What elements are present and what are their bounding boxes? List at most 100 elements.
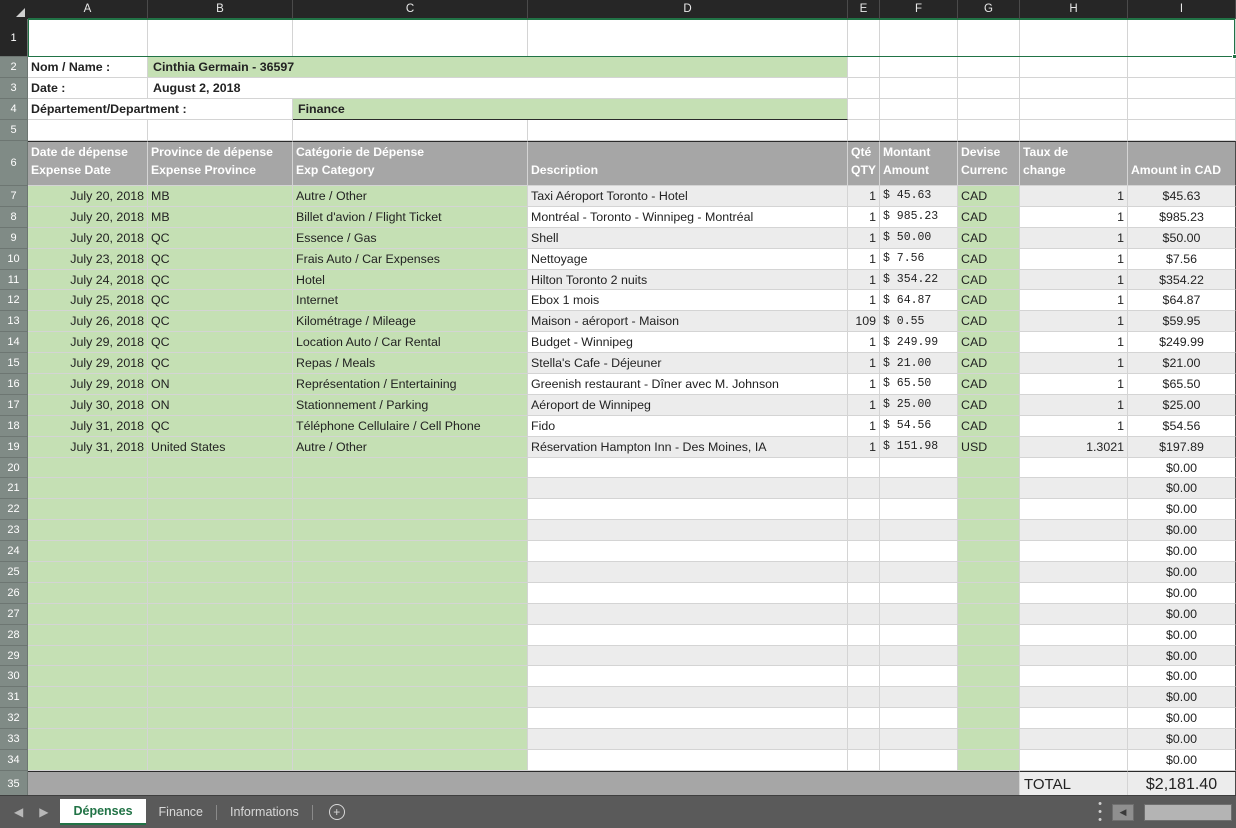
- amount-cell[interactable]: $ 354.22: [880, 269, 958, 291]
- qty-cell[interactable]: 1: [848, 394, 880, 416]
- empty-cell[interactable]: [848, 78, 880, 99]
- add-sheet-icon[interactable]: +: [328, 804, 345, 820]
- empty-cell[interactable]: [1128, 78, 1236, 99]
- description-cell[interactable]: [528, 478, 848, 500]
- rate-cell[interactable]: 1: [1020, 186, 1128, 207]
- amount-cell[interactable]: $ 151.98: [880, 436, 958, 458]
- qty-cell[interactable]: [848, 687, 880, 709]
- expense-date-cell[interactable]: July 20, 2018: [28, 206, 148, 228]
- row-header-7[interactable]: 7: [0, 186, 28, 207]
- expense-date-cell[interactable]: [28, 582, 148, 604]
- amount-cell[interactable]: $ 65.50: [880, 374, 958, 395]
- empty-cell[interactable]: [848, 19, 880, 57]
- exp-category-cell[interactable]: [293, 603, 528, 625]
- header-expense-province[interactable]: Province de dépense Expense Province: [148, 141, 293, 186]
- expense-date-cell[interactable]: July 20, 2018: [28, 186, 148, 207]
- column-header-d[interactable]: D: [528, 0, 848, 19]
- description-cell[interactable]: [528, 708, 848, 730]
- expense-date-cell[interactable]: [28, 520, 148, 542]
- date-value-cell[interactable]: August 2, 2018: [148, 78, 848, 99]
- column-header-h[interactable]: H: [1020, 0, 1128, 19]
- column-header-f[interactable]: F: [880, 0, 958, 19]
- currency-cell[interactable]: CAD: [958, 269, 1020, 291]
- currency-cell[interactable]: CAD: [958, 353, 1020, 375]
- worksheet-grid[interactable]: 1 2 Nom / Name : Cinthia Germain - 36597 3 Da…: [0, 19, 1236, 799]
- amount-cad-cell[interactable]: $0.00: [1128, 666, 1236, 688]
- exp-category-cell[interactable]: Kilométrage / Mileage: [293, 311, 528, 333]
- currency-cell[interactable]: [958, 666, 1020, 688]
- row-header-12[interactable]: 12: [0, 290, 28, 312]
- empty-cell[interactable]: [848, 57, 880, 78]
- expense-date-cell[interactable]: July 31, 2018: [28, 436, 148, 458]
- column-header-e[interactable]: E: [848, 0, 880, 19]
- rate-cell[interactable]: [1020, 478, 1128, 500]
- description-cell[interactable]: [528, 729, 848, 751]
- amount-cell[interactable]: [880, 708, 958, 730]
- currency-cell[interactable]: USD: [958, 436, 1020, 458]
- currency-cell[interactable]: CAD: [958, 248, 1020, 270]
- expense-province-cell[interactable]: MB: [148, 186, 293, 207]
- row-header-29[interactable]: 29: [0, 645, 28, 667]
- description-cell[interactable]: Fido: [528, 415, 848, 437]
- exp-category-cell[interactable]: [293, 457, 528, 479]
- exp-category-cell[interactable]: Repas / Meals: [293, 353, 528, 375]
- rate-cell[interactable]: 1.3021: [1020, 436, 1128, 458]
- empty-cell[interactable]: [880, 99, 958, 120]
- expense-province-cell[interactable]: QC: [148, 248, 293, 270]
- row-header-19[interactable]: 19: [0, 436, 28, 458]
- expense-date-cell[interactable]: July 29, 2018: [28, 353, 148, 375]
- expense-date-cell[interactable]: July 29, 2018: [28, 374, 148, 395]
- description-cell[interactable]: Taxi Aéroport Toronto - Hotel: [528, 186, 848, 207]
- amount-cad-cell[interactable]: $21.00: [1128, 353, 1236, 375]
- qty-cell[interactable]: [848, 645, 880, 667]
- rate-cell[interactable]: [1020, 457, 1128, 479]
- amount-cad-cell[interactable]: $0.00: [1128, 624, 1236, 646]
- expense-province-cell[interactable]: MB: [148, 206, 293, 228]
- expense-date-cell[interactable]: [28, 645, 148, 667]
- row-header-24[interactable]: 24: [0, 541, 28, 563]
- amount-cell[interactable]: [880, 541, 958, 563]
- row-header-10[interactable]: 10: [0, 248, 28, 270]
- rate-cell[interactable]: [1020, 541, 1128, 563]
- currency-cell[interactable]: CAD: [958, 415, 1020, 437]
- header-qty[interactable]: Qté QTY: [848, 141, 880, 186]
- rate-cell[interactable]: 1: [1020, 269, 1128, 291]
- currency-cell[interactable]: CAD: [958, 394, 1020, 416]
- empty-cell[interactable]: [958, 19, 1020, 57]
- currency-cell[interactable]: [958, 478, 1020, 500]
- rate-cell[interactable]: [1020, 750, 1128, 771]
- expense-date-cell[interactable]: July 31, 2018: [28, 415, 148, 437]
- amount-cad-cell[interactable]: $0.00: [1128, 478, 1236, 500]
- currency-cell[interactable]: [958, 582, 1020, 604]
- name-label-cell[interactable]: Nom / Name :: [28, 57, 148, 78]
- empty-cell[interactable]: [28, 19, 148, 57]
- description-cell[interactable]: [528, 603, 848, 625]
- currency-cell[interactable]: [958, 645, 1020, 667]
- row-header-25[interactable]: 25: [0, 562, 28, 583]
- expense-province-cell[interactable]: [148, 478, 293, 500]
- description-cell[interactable]: [528, 499, 848, 521]
- currency-cell[interactable]: CAD: [958, 374, 1020, 395]
- amount-cell[interactable]: $ 45.63: [880, 186, 958, 207]
- qty-cell[interactable]: [848, 541, 880, 563]
- amount-cell[interactable]: [880, 478, 958, 500]
- currency-cell[interactable]: [958, 562, 1020, 583]
- expense-province-cell[interactable]: QC: [148, 227, 293, 249]
- expense-province-cell[interactable]: ON: [148, 394, 293, 416]
- amount-cell[interactable]: [880, 729, 958, 751]
- qty-cell[interactable]: 1: [848, 415, 880, 437]
- amount-cell[interactable]: $ 985.23: [880, 206, 958, 228]
- qty-cell[interactable]: [848, 478, 880, 500]
- row-header-15[interactable]: 15: [0, 353, 28, 375]
- row-header-28[interactable]: 28: [0, 624, 28, 646]
- rate-cell[interactable]: [1020, 582, 1128, 604]
- currency-cell[interactable]: CAD: [958, 332, 1020, 354]
- header-currency[interactable]: Devise Currenc: [958, 141, 1020, 186]
- amount-cad-cell[interactable]: $50.00: [1128, 227, 1236, 249]
- expense-province-cell[interactable]: [148, 750, 293, 771]
- amount-cad-cell[interactable]: $65.50: [1128, 374, 1236, 395]
- qty-cell[interactable]: 1: [848, 227, 880, 249]
- description-cell[interactable]: Réservation Hampton Inn - Des Moines, IA: [528, 436, 848, 458]
- expense-province-cell[interactable]: [148, 645, 293, 667]
- amount-cad-cell[interactable]: $0.00: [1128, 603, 1236, 625]
